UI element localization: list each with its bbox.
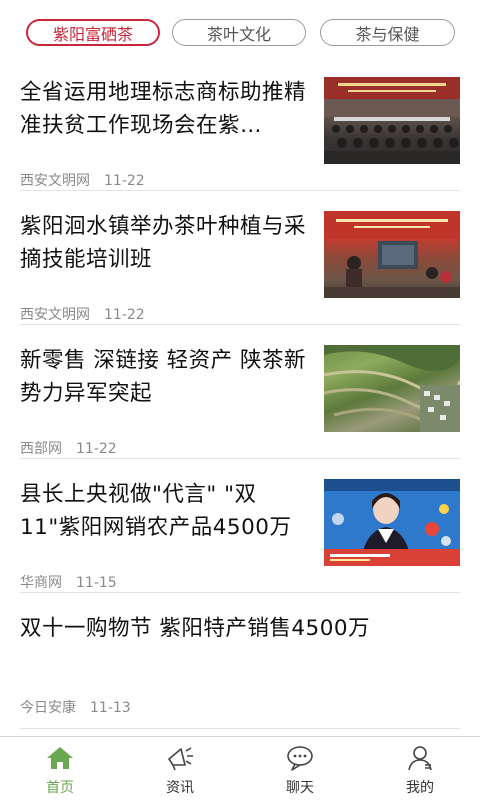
tab-tea-culture[interactable]: 茶叶文化 [172,19,306,46]
news-item[interactable]: 紫阳洄水镇举办茶叶种植与采摘技能培训班 西安文明网 11-22 [0,198,480,326]
nav-chat-label: 聊天 [286,780,314,796]
divider [20,728,460,729]
news-title: 双十一购物节 紫阳特产销售4500万 [20,616,371,641]
news-meta: 西安文明网 11-22 [20,170,145,190]
news-date: 11-13 [90,700,131,716]
news-source: 今日安康 [20,700,76,716]
news-source: 西安文明网 [20,173,90,189]
news-thumbnail [324,345,460,432]
news-thumbnail [324,211,460,298]
divider [20,190,460,191]
news-meta: 今日安康 11-13 [20,697,131,717]
news-meta: 西安文明网 11-22 [20,304,145,324]
news-thumbnail [324,77,460,164]
news-date: 11-15 [76,575,117,591]
nav-chat[interactable]: 聊天 [240,737,360,800]
nav-news[interactable]: 资讯 [120,737,240,800]
nav-news-label: 资讯 [166,780,194,796]
tab-zishen-tea[interactable]: 紫阳富硒茶 [26,19,160,46]
news-title: 紫阳洄水镇举办茶叶种植与采摘技能培训班 [20,214,307,272]
home-icon [47,747,73,769]
chat-icon [287,746,313,771]
news-source: 华商网 [20,575,62,591]
news-meta: 华商网 11-15 [20,572,117,592]
nav-home-label: 首页 [46,780,74,796]
divider [20,458,460,459]
news-item[interactable]: 全省运用地理标志商标助推精准扶贫工作现场会在紫… 西安文明网 11-22 [0,64,480,192]
news-thumbnail [324,479,460,566]
news-date: 11-22 [104,173,145,189]
megaphone-icon [168,747,193,771]
news-item[interactable]: 县长上央视做"代言" "双11"紫阳网销农产品4500万 华商网 11-15 [0,466,480,594]
news-source: 西部网 [20,441,62,457]
divider [20,324,460,325]
news-meta: 西部网 11-22 [20,438,117,458]
news-title: 全省运用地理标志商标助推精准扶贫工作现场会在紫… [20,80,307,138]
nav-me[interactable]: 我的 [360,737,480,800]
news-title: 新零售 深链接 轻资产 陕茶新势力异军突起 [20,348,307,406]
divider [20,592,460,593]
category-tabs: 紫阳富硒茶 茶叶文化 茶与保健 [0,0,480,62]
tab-tea-health[interactable]: 茶与保健 [320,19,455,46]
news-title: 县长上央视做"代言" "双11"紫阳网销农产品4500万 [20,482,292,540]
news-item[interactable]: 双十一购物节 紫阳特产销售4500万 今日安康 11-13 [0,600,480,728]
user-icon [408,746,432,771]
nav-home[interactable]: 首页 [0,737,120,800]
news-date: 11-22 [104,307,145,323]
news-source: 西安文明网 [20,307,90,323]
news-date: 11-22 [76,441,117,457]
nav-me-label: 我的 [406,780,434,796]
news-item[interactable]: 新零售 深链接 轻资产 陕茶新势力异军突起 西部网 11-22 [0,332,480,460]
bottom-nav: 首页 资讯 聊天 我的 [0,736,480,800]
